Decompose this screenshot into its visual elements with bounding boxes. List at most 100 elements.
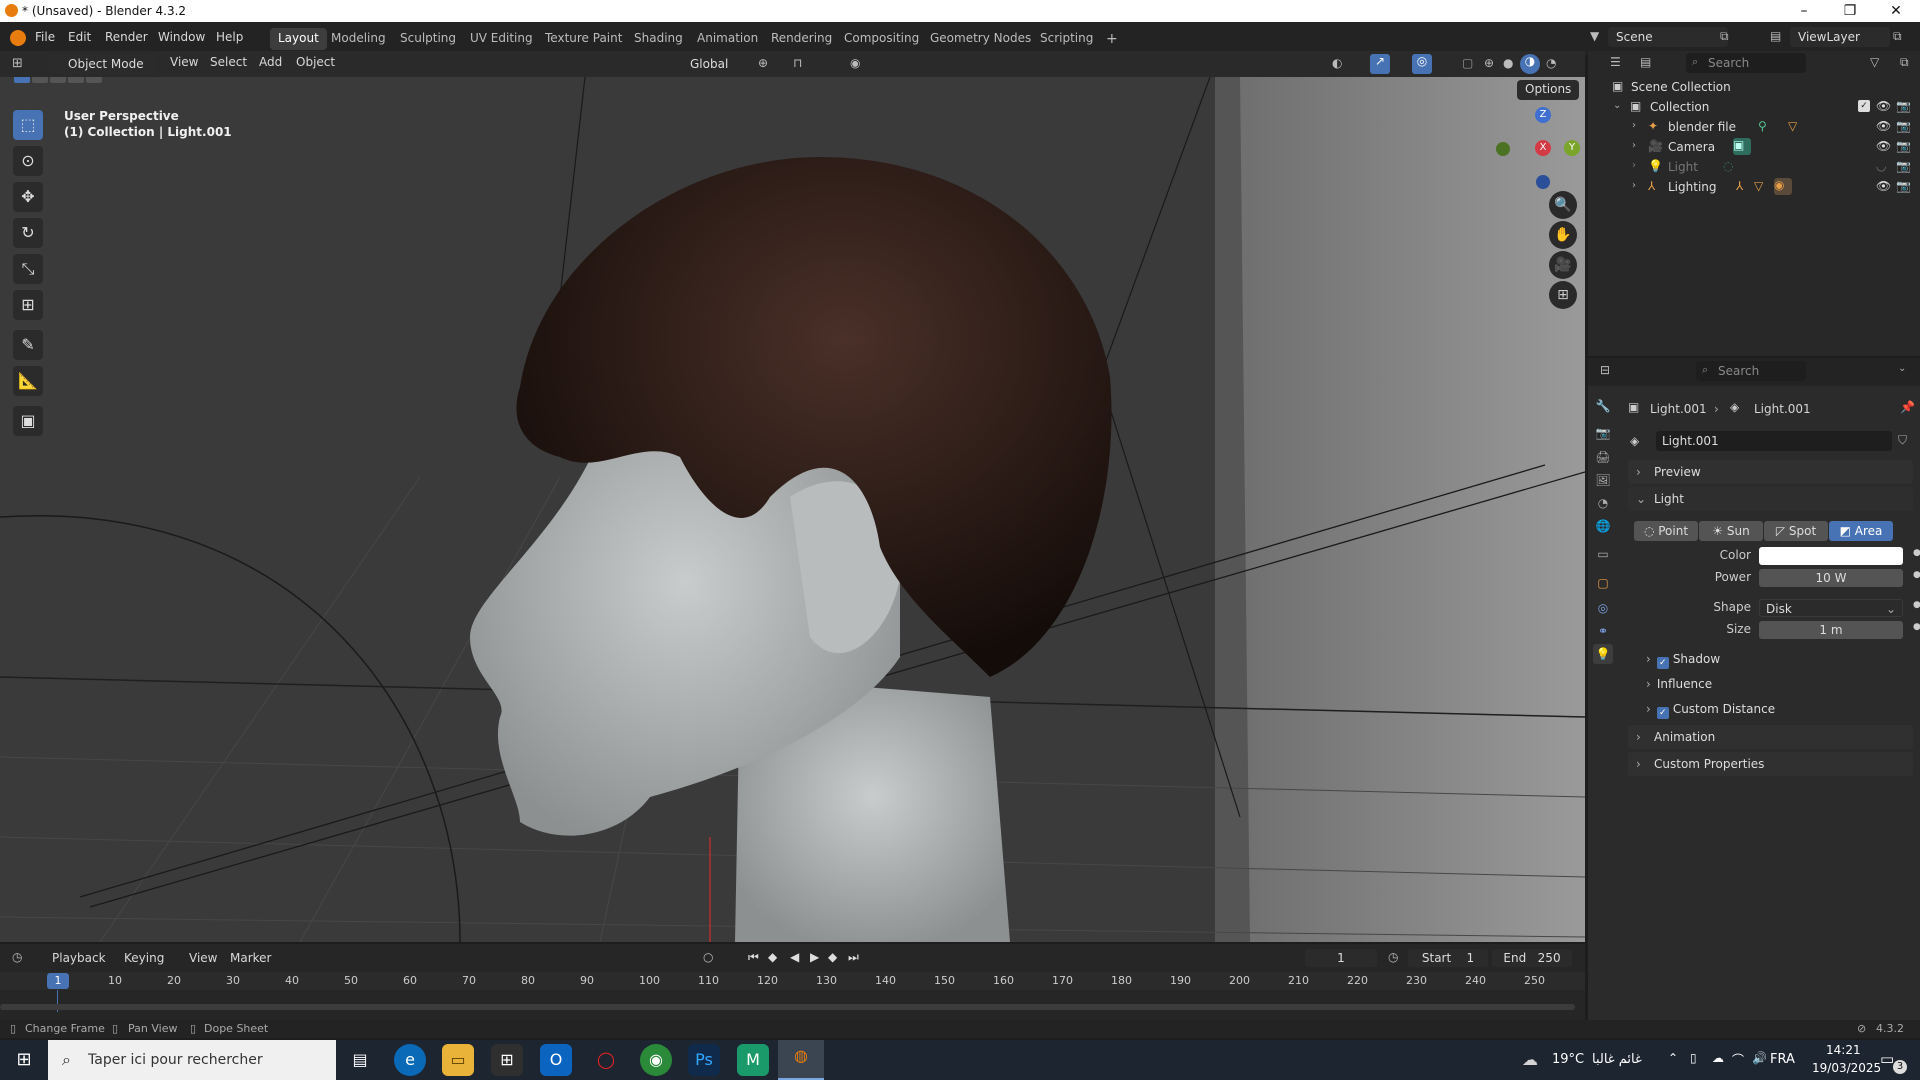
visibility-icon[interactable]: ◐ [1332,56,1342,70]
pin-icon[interactable]: 📌 [1900,400,1915,414]
scene-tab-icon[interactable]: ◔ [1593,493,1613,513]
options-button[interactable]: Options [1517,80,1580,100]
select-box-tool-icon[interactable]: ⬚ [13,110,43,140]
end-frame-field[interactable]: End 250 [1492,949,1572,967]
gizmo-neg-z[interactable] [1536,175,1550,189]
microsoft-store-icon[interactable]: ⊞ [491,1044,523,1076]
tab-rendering[interactable]: Rendering [763,28,840,50]
tray-volume-icon[interactable]: 🔊 [1752,1051,1767,1065]
outliner-row-camera[interactable]: › 🎥 Camera ▣ 👁 📷 [1588,137,1920,157]
timeline-menu-view[interactable]: View [189,951,217,965]
size-field[interactable]: 1 m [1759,621,1903,639]
restore-button[interactable]: ❐ [1827,0,1873,22]
keyframe-dot-icon[interactable]: ● [1913,622,1920,632]
tab-animation[interactable]: Animation [689,28,766,50]
custom-distance-subpanel[interactable]: › ✓ Custom Distance [1646,702,1775,719]
outlook-icon[interactable]: O [540,1044,572,1076]
outliner-search-input[interactable]: Search [1686,53,1806,73]
eye-icon[interactable]: 👁 [1876,139,1891,153]
windows-start-icon[interactable]: ⊞ [8,1044,40,1076]
timeline-menu-marker[interactable]: Marker [230,951,271,965]
new-collection-icon[interactable]: ⧉ [1900,55,1909,70]
move-tool-icon[interactable]: ✥ [13,182,43,212]
camera-view-icon[interactable]: 🎥 [1549,251,1577,279]
view-layer-selector[interactable]: ViewLayer [1790,27,1890,47]
camera-render-icon[interactable]: 📷 [1896,139,1911,153]
tab-scripting[interactable]: Scripting [1032,28,1101,50]
shadow-checkbox[interactable]: ✓ [1656,657,1669,669]
eye-icon[interactable]: 👁 [1876,179,1891,193]
perspective-grid-icon[interactable]: ⊞ [1549,281,1577,309]
outliner-row-scene-collection[interactable]: ▣ Scene Collection [1588,77,1920,97]
jump-end-icon[interactable]: ⏭ [848,950,859,965]
camera-render-icon[interactable]: 📷 [1896,99,1911,113]
play-icon[interactable]: ▶ [810,950,819,964]
collection-include-checkbox[interactable]: ✓ [1858,100,1870,112]
menu-edit[interactable]: Edit [68,30,91,44]
color-swatch[interactable] [1759,547,1903,565]
light-type-spot-button[interactable]: ◸ Spot [1764,521,1828,541]
rotate-tool-icon[interactable]: ↻ [13,218,43,248]
physics-tab-icon[interactable]: ◎ [1593,598,1613,618]
auto-keying-icon[interactable]: ○ [703,950,713,964]
overlays-icon[interactable]: ◎ [1412,54,1432,74]
properties-editor-icon[interactable]: ⊟ [1600,363,1610,377]
custom-properties-panel-header[interactable]: › Custom Properties [1628,752,1913,776]
start-frame-field[interactable]: Start 1 [1408,949,1488,967]
select-intersect-icon[interactable] [86,77,102,83]
menu-help[interactable]: Help [216,30,243,44]
weather-description[interactable]: غائم غالبا [1592,1052,1642,1067]
timeline-scrollbar[interactable] [0,1004,1575,1010]
task-view-icon[interactable]: ▤ [344,1044,376,1076]
mode-selector[interactable]: Object Mode [48,54,156,74]
tab-shading[interactable]: Shading [626,28,691,50]
properties-search-input[interactable]: Search [1696,361,1806,381]
camera-render-icon[interactable]: 📷 [1896,179,1911,193]
view-layer-new-icon[interactable]: ⧉ [1893,29,1902,44]
outliner-row-lighting[interactable]: › ⅄ Lighting ⅄ ▽ ◉ 👁 📷 [1588,177,1920,197]
edge-browser-icon[interactable]: e [394,1044,426,1076]
editor-type-icon[interactable]: ⊞ [12,56,23,71]
playhead-frame[interactable]: 1 [47,973,69,989]
xray-icon[interactable]: ▢ [1462,56,1473,70]
render-tab-icon[interactable]: 📷 [1593,423,1613,443]
tab-geometry-nodes[interactable]: Geometry Nodes [922,28,1039,50]
wireframe-shading-icon[interactable]: ⊕ [1484,56,1494,70]
opera-browser-icon[interactable]: ◯ [590,1044,622,1076]
chevron-down-icon[interactable]: ⌄ [1898,363,1906,374]
annotate-tool-icon[interactable]: ✎ [13,330,43,360]
pivot-icon[interactable]: ⊕ [758,56,768,70]
datablock-name-field[interactable]: Light.001 [1656,431,1892,451]
tray-device-icon[interactable]: ▯ [1690,1051,1697,1065]
proportional-edit-icon[interactable]: ◉ [850,56,860,70]
3d-viewport[interactable]: User Perspective (1) Collection | Light.… [0,77,1585,942]
datablock-type-icon[interactable]: ◈ [1630,434,1639,448]
snap-icon[interactable]: ⊓ [793,56,802,70]
fake-user-shield-icon[interactable]: ⛉ [1898,433,1907,448]
solid-shading-icon[interactable]: ● [1503,56,1513,70]
menu-render[interactable]: Render [105,30,148,44]
file-explorer-icon[interactable]: ▭ [442,1044,474,1076]
viewport-menu-add[interactable]: Add [259,55,282,69]
eye-icon[interactable]: 👁 [1876,119,1891,133]
object-tab-icon[interactable]: ▢ [1593,573,1613,593]
custom-distance-checkbox[interactable]: ✓ [1656,707,1669,719]
tab-texture-paint[interactable]: Texture Paint [537,28,630,50]
viewport-menu-object[interactable]: Object [296,55,335,69]
constraints-tab-icon[interactable]: ⚭ [1593,621,1613,641]
select-new-icon[interactable] [14,77,30,83]
taskbar-search-box[interactable]: ⌕ Taper ici pour rechercher [48,1040,336,1080]
camera-render-icon[interactable]: 📷 [1896,119,1911,133]
outliner-row-collection[interactable]: ⌄ ▣ Collection ✓ 👁 📷 [1588,97,1920,117]
blender-taskbar-icon[interactable]: ◍ [778,1040,824,1080]
keyframe-dot-icon[interactable]: ● [1913,600,1920,610]
chevron-right-icon[interactable]: › [1632,160,1636,171]
outliner-editor-icon[interactable]: ☰ [1610,55,1621,69]
next-keyframe-icon[interactable]: ◆ [828,950,837,964]
scene-selector[interactable]: Scene [1608,27,1728,47]
pan-hand-icon[interactable]: ✋ [1549,221,1577,249]
light-type-sun-button[interactable]: ☀ Sun [1699,521,1763,541]
scene-new-icon[interactable]: ⧉ [1720,29,1729,44]
shape-dropdown[interactable]: Disk ⌄ [1759,599,1903,617]
tool-tab-icon[interactable]: 🔧 [1593,396,1613,416]
